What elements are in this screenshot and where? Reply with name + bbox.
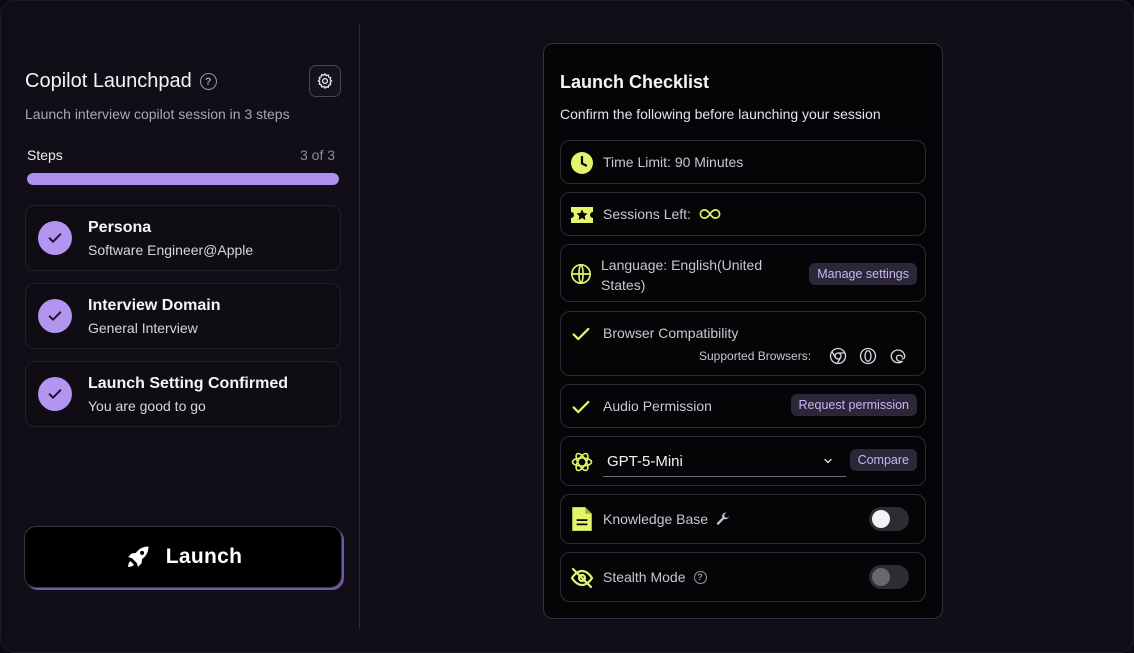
ticket-star-icon [570,204,594,226]
supported-browsers-label: Supported Browsers: [699,349,812,363]
eye-off-icon [570,566,594,590]
help-icon[interactable]: ? [199,73,217,90]
check-icon [570,323,592,345]
checklist-subtitle: Confirm the following before launching y… [560,106,881,122]
edge-icon [890,349,906,364]
model-select[interactable]: GPT-5-Mini [603,447,846,477]
launch-button[interactable]: Launch [24,526,342,588]
chrome-icon [829,347,847,365]
step-card-persona[interactable]: Persona Software Engineer@Apple [25,205,341,271]
wrench-icon[interactable] [716,512,730,526]
step-subtitle: General Interview [88,320,198,336]
openai-icon [570,450,594,474]
browser-compatibility-row: Browser Compatibility Supported Browsers… [560,311,926,376]
steps-count: 3 of 3 [300,147,336,163]
request-permission-button[interactable]: Request permission [790,394,917,416]
knowledge-base-toggle[interactable] [869,507,909,531]
language-row: Language: English(United States) Manage … [560,244,926,302]
sessions-left-row: Sessions Left: [560,192,926,236]
stealth-mode-text: Stealth Mode [603,569,686,585]
audio-permission-row: Audio Permission Request permission [560,384,926,428]
launchpad-title: Copilot Launchpad ? [25,70,217,93]
check-icon [38,299,72,333]
step-card-launch-setting[interactable]: Launch Setting Confirmed You are good to… [25,361,341,427]
time-limit-text: Time Limit: 90 Minutes [603,154,744,170]
time-limit-row: Time Limit: 90 Minutes [560,140,926,184]
knowledge-base-row: Knowledge Base [560,494,926,544]
step-subtitle: You are good to go [88,398,206,414]
manage-settings-button[interactable]: Manage settings [809,263,917,285]
sessions-left-text: Sessions Left: [603,206,691,222]
infinity-icon [699,209,721,219]
clock-icon [570,151,594,175]
sessions-left: Sessions Left: [603,206,721,222]
browser-icons [829,347,907,365]
steps-progress-fill [27,173,339,185]
launch-checklist: Launch Checklist Confirm the following b… [543,43,943,619]
model-value: GPT-5-Mini [607,453,683,470]
help-icon[interactable]: ? [693,570,707,584]
opera-icon [859,347,877,365]
globe-icon [570,263,592,285]
launchpad-title-text: Copilot Launchpad [25,70,192,92]
step-title: Interview Domain [88,297,221,314]
step-card-interview-domain[interactable]: Interview Domain General Interview [25,283,341,349]
steps-label: Steps [27,147,63,163]
panel-divider [359,24,360,629]
stealth-mode-toggle[interactable] [869,565,909,589]
rocket-icon [127,546,149,567]
chevron-down-icon [824,458,832,464]
step-title: Persona [88,219,152,236]
compare-button[interactable]: Compare [849,449,917,471]
check-icon [38,221,72,255]
model-row: GPT-5-Mini Compare [560,436,926,486]
check-icon [38,377,72,411]
knowledge-base: Knowledge Base [603,511,730,527]
knowledge-base-text: Knowledge Base [603,511,709,527]
audio-permission-text: Audio Permission [603,398,712,414]
gear-icon [317,73,333,89]
steps-progress-bar [27,173,339,185]
check-icon [570,396,592,418]
document-icon [570,506,594,532]
checklist-title: Launch Checklist [560,72,710,92]
stealth-mode: Stealth Mode ? [603,569,707,585]
launch-label: Launch [165,545,243,568]
settings-button[interactable] [309,65,341,97]
language-text: Language: English(United States) [601,257,763,293]
step-title: Launch Setting Confirmed [88,375,288,392]
launchpad-subtitle: Launch interview copilot session in 3 st… [25,106,290,122]
step-subtitle: Software Engineer@Apple [88,242,254,258]
browser-compatibility-text: Browser Compatibility [603,325,739,341]
stealth-mode-row: Stealth Mode ? [560,552,926,602]
